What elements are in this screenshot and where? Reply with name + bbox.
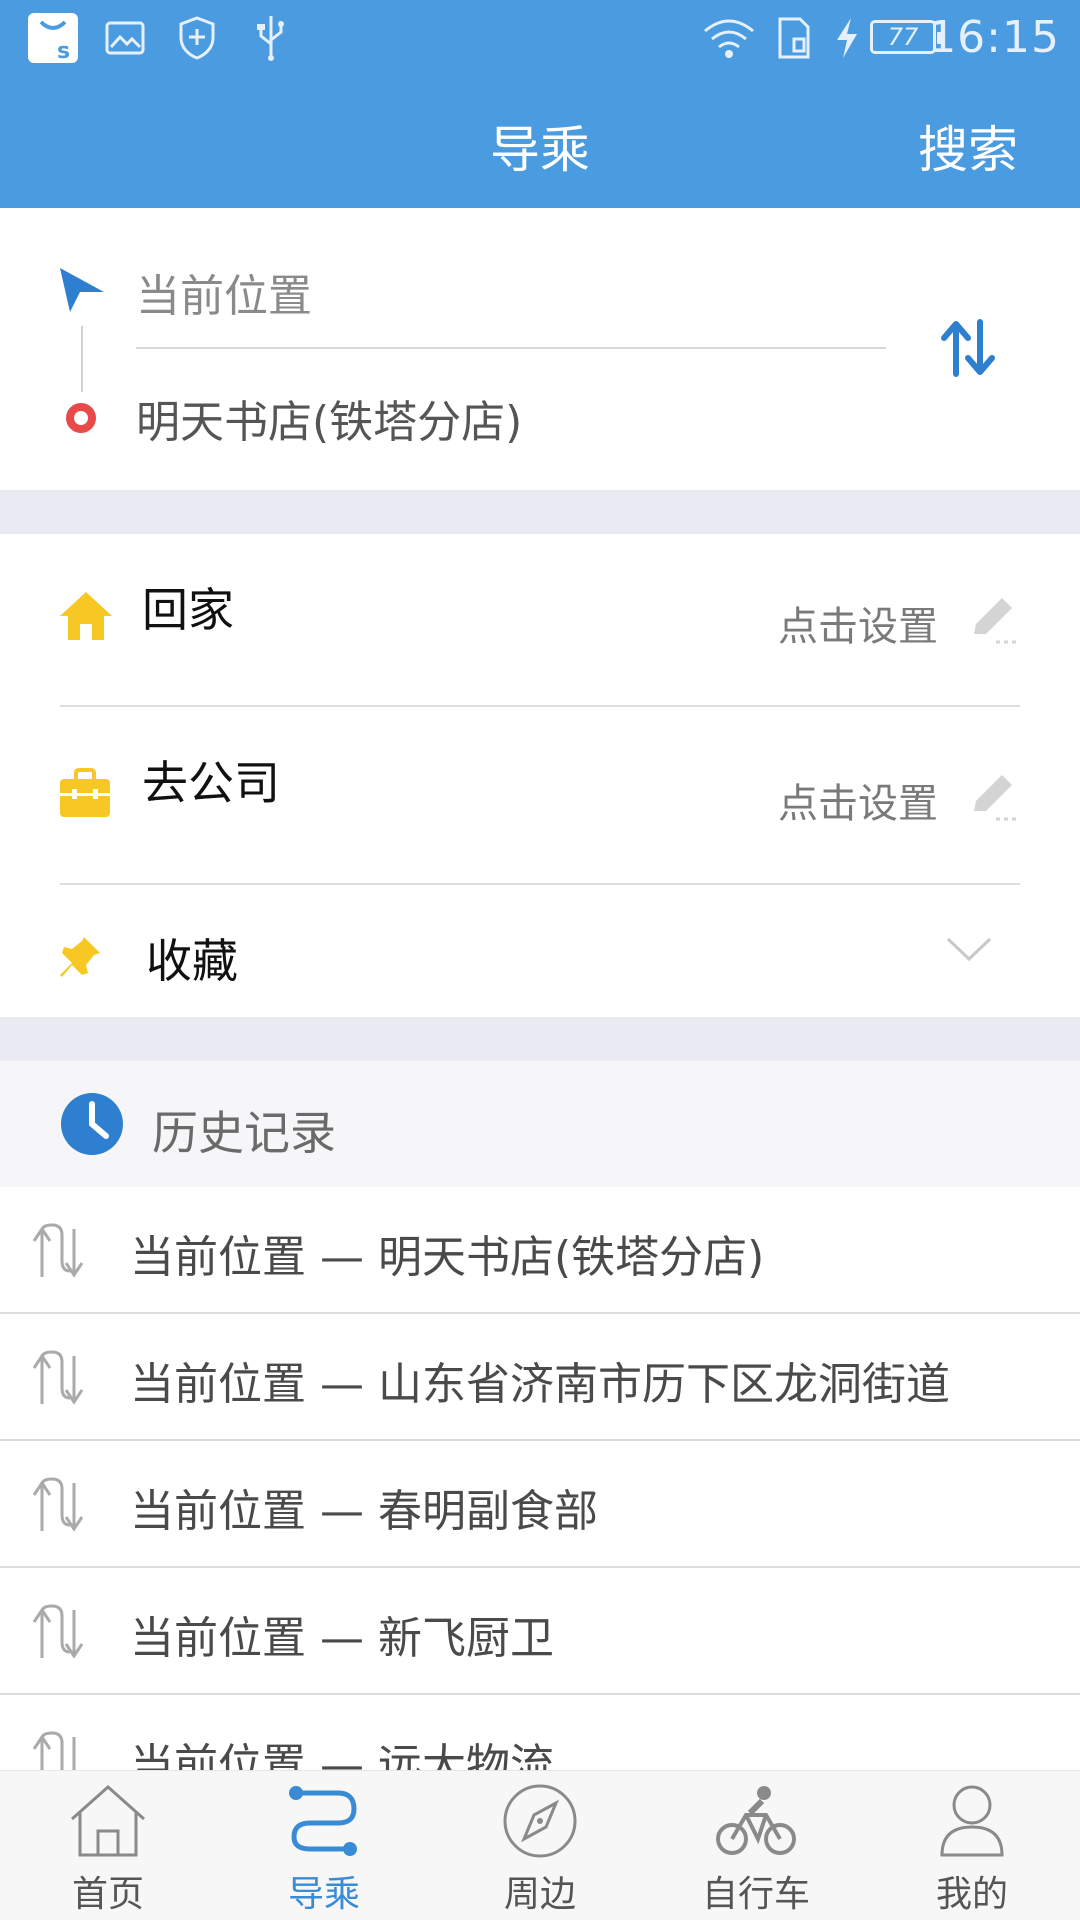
route-connector [81,326,83,392]
start-location-field[interactable]: 当前位置 [136,260,312,324]
status-time: 16:15 [928,12,1060,63]
history-route-text: 当前位置 — 春明副食部 [130,1486,598,1537]
nav-home[interactable]: 首页 [0,1771,216,1920]
edit-pencil-icon[interactable] [966,590,1022,650]
history-item[interactable]: 当前位置 — 明天书店(铁塔分店) [0,1187,1080,1314]
favorites-row[interactable]: 收藏 [0,885,1080,1017]
nav-label: 导乘 [287,1874,360,1915]
image-icon [102,8,148,68]
route-swap-icon [30,1477,90,1537]
history-title: 历史记录 [152,1106,336,1160]
sim-icon [774,8,814,68]
route-icon [216,1783,432,1859]
favorites-label: 收藏 [146,934,238,988]
bicycle-icon [648,1783,864,1859]
usb-icon [248,8,294,68]
history-item[interactable]: 当前位置 — 春明副食部 [0,1441,1080,1568]
app-store-icon: s [20,8,86,68]
nav-label: 首页 [71,1874,144,1915]
work-set-hint[interactable]: 点击设置 [778,771,938,829]
battery-level: 77 [887,23,919,51]
charging-icon [830,8,864,68]
chevron-down-icon[interactable] [946,935,992,967]
history-item[interactable]: 当前位置 — 山东省济南市历下区龙洞街道 [0,1314,1080,1441]
edit-pencil-icon[interactable] [966,767,1022,827]
work-shortcut-row[interactable]: 去公司 点击设置 [0,707,1080,885]
history-route-text: 当前位置 — 远大物流 [130,1740,554,1770]
pin-icon [58,935,102,983]
section-gap [0,1017,1080,1061]
status-bar: s 77 16:15 [0,0,1080,76]
swap-icon[interactable] [936,316,1000,384]
route-swap-icon [30,1223,90,1283]
user-icon [864,1783,1080,1859]
bottom-nav: 首页 导乘 周边 自行车 我的 [0,1770,1080,1920]
history-header: 历史记录 [0,1061,1080,1187]
work-label: 去公司 [142,756,280,810]
nav-label: 我的 [935,1874,1008,1915]
nav-bicycle[interactable]: 自行车 [648,1771,864,1920]
destination-field[interactable]: 明天书店(铁塔分店) [136,386,522,450]
home-outline-icon [0,1783,216,1859]
nav-label: 自行车 [701,1874,810,1915]
nav-label: 周边 [503,1874,576,1915]
route-panel: 当前位置 明天书店(铁塔分店) [0,208,1080,490]
home-set-hint[interactable]: 点击设置 [778,594,938,652]
route-divider [136,347,886,349]
wifi-icon [700,8,758,68]
home-label: 回家 [142,583,234,637]
history-item[interactable]: 当前位置 — 远大物流 [0,1695,1080,1770]
home-icon [58,588,114,648]
nav-nearby[interactable]: 周边 [432,1771,648,1920]
route-swap-icon [30,1350,90,1410]
destination-marker-icon [66,403,96,433]
history-item[interactable]: 当前位置 — 新飞厨卫 [0,1568,1080,1695]
section-gap [0,490,1080,534]
route-swap-icon [30,1604,90,1664]
history-route-text: 当前位置 — 山东省济南市历下区龙洞街道 [130,1359,950,1410]
compass-icon [432,1783,648,1859]
clock-icon [60,1092,124,1160]
nav-guide[interactable]: 导乘 [216,1771,432,1920]
route-swap-icon [30,1731,90,1770]
top-bar: s 77 16:15 导乘 搜索 [0,0,1080,208]
battery-icon: 77 [870,20,942,54]
search-button[interactable]: 搜索 [918,110,1018,182]
shield-plus-icon [174,8,220,68]
nav-mine[interactable]: 我的 [864,1771,1080,1920]
history-route-text: 当前位置 — 明天书店(铁塔分店) [130,1232,765,1283]
navigation-arrow-icon [58,266,106,318]
home-shortcut-row[interactable]: 回家 点击设置 [0,534,1080,707]
briefcase-icon [58,767,112,823]
svg-text:s: s [57,39,70,64]
history-route-text: 当前位置 — 新飞厨卫 [130,1613,554,1664]
